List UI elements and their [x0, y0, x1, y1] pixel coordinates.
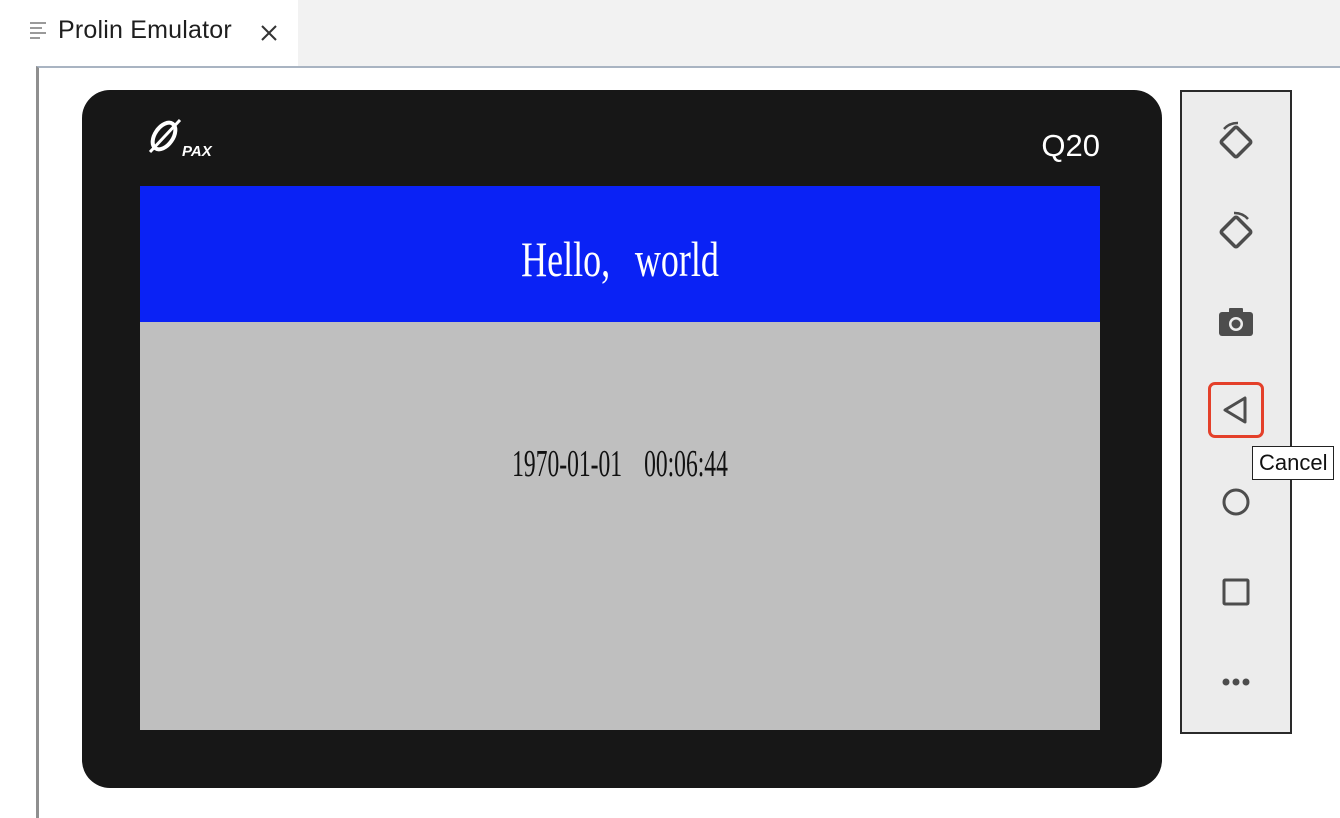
device-screen[interactable]: Hello, world 1970-01-01 00:06:44 — [140, 186, 1100, 730]
more-button[interactable] — [1208, 654, 1264, 710]
back-triangle-icon — [1223, 396, 1247, 424]
rotate-right-icon — [1219, 211, 1253, 249]
home-button[interactable] — [1208, 474, 1264, 530]
emulator-toolbar — [1180, 90, 1292, 734]
greeting-text: Hello, world — [521, 231, 719, 287]
rotate-left-icon — [1219, 121, 1253, 159]
device-frame: PAX Q20 Hello, world 1970-01-01 00:06:44 — [82, 90, 1162, 788]
overview-button[interactable] — [1208, 564, 1264, 620]
screenshot-button[interactable] — [1208, 294, 1264, 350]
close-icon[interactable] — [258, 22, 280, 44]
pax-logo: PAX — [142, 118, 252, 164]
tooltip: Cancel — [1252, 446, 1335, 480]
camera-icon — [1219, 308, 1253, 336]
home-circle-icon — [1222, 488, 1250, 516]
rotate-left-button[interactable] — [1208, 114, 1264, 170]
rotate-right-button[interactable] — [1208, 204, 1264, 260]
brand-text: PAX — [182, 143, 213, 160]
tab-bar: Prolin Emulator — [0, 0, 1340, 66]
tab-prolin-emulator[interactable]: Prolin Emulator — [0, 0, 298, 66]
device-model: Q20 — [1041, 128, 1100, 163]
overview-square-icon — [1222, 578, 1250, 606]
more-dots-icon — [1222, 678, 1250, 686]
document-lines-icon — [30, 22, 46, 40]
back-button[interactable] — [1208, 382, 1264, 438]
datetime-text: 1970-01-01 00:06:44 — [512, 443, 728, 485]
tab-title: Prolin Emulator — [58, 16, 232, 44]
screen-header: Hello, world — [140, 186, 1100, 322]
